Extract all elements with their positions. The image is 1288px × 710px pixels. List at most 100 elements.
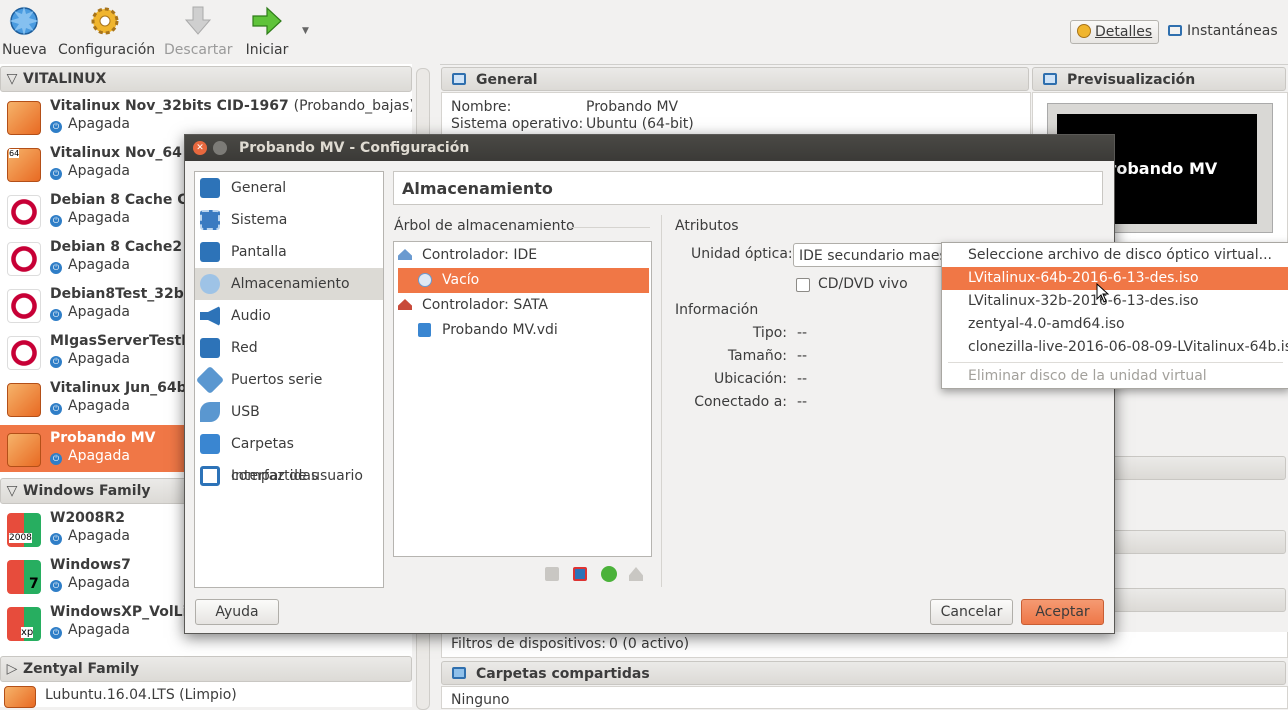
power-off-icon: ⏻ <box>50 215 62 227</box>
sidebar-item-label: Almacenamiento <box>231 276 350 292</box>
general-icon <box>200 178 220 198</box>
mouse-cursor-icon <box>1096 282 1110 307</box>
settings-button[interactable]: Configuración <box>58 4 156 58</box>
menu-item-choose-file[interactable]: Seleccione archivo de disco óptico virtu… <box>942 244 1288 267</box>
vm-name: Vitalinux Nov_32bits CID-1967 (Probando_… <box>50 98 415 114</box>
general-title: General <box>476 72 538 88</box>
sidebar-item-ui[interactable]: Interfaz de usuario <box>195 460 383 492</box>
section-header[interactable] <box>1112 588 1286 612</box>
group-header-zentyal[interactable]: ▷ Zentyal Family <box>0 656 412 682</box>
discard-button[interactable]: Descartar <box>164 4 233 58</box>
info-value: -- <box>797 348 808 364</box>
tree-row-empty-optical[interactable]: Vacío <box>398 268 649 293</box>
chevron-down-icon: ▽ <box>6 71 18 87</box>
controller-icon <box>398 249 412 260</box>
vm-state-text: Apagada <box>68 210 130 226</box>
menu-separator <box>948 362 1283 363</box>
vm-state-text: Apagada <box>68 448 130 464</box>
sidebar-item-storage[interactable]: Almacenamiento <box>195 268 383 300</box>
close-icon[interactable]: ✕ <box>193 141 207 155</box>
sidebar-item-audio[interactable]: Audio <box>195 300 383 332</box>
tree-row-ide-controller[interactable]: Controlador: IDE <box>394 243 651 268</box>
menu-item-iso[interactable]: clonezilla-live-2016-06-08-09-LVitalinux… <box>942 336 1288 359</box>
start-button[interactable]: Iniciar <box>244 4 290 58</box>
help-button[interactable]: Ayuda <box>195 599 279 625</box>
start-dropdown-icon[interactable]: ▼ <box>302 26 309 36</box>
general-section-header[interactable]: General <box>441 67 1029 91</box>
section-header[interactable] <box>1112 530 1286 554</box>
attributes-label: Atributos <box>675 218 739 234</box>
sidebar-item-label: Pantalla <box>231 244 287 260</box>
cancel-button[interactable]: Cancelar <box>930 599 1013 625</box>
remove-attachment-icon[interactable] <box>629 567 643 581</box>
info-key: Ubicación: <box>713 371 787 387</box>
menu-item-iso[interactable]: LVitalinux-32b-2016-6-13-des.iso <box>942 290 1288 313</box>
ok-button[interactable]: Aceptar <box>1021 599 1104 625</box>
preview-section-header[interactable]: Previsualización <box>1032 67 1286 91</box>
sidebar-item-serial[interactable]: Puertos serie <box>195 364 383 396</box>
lubuntu-vm-icon <box>4 686 36 708</box>
info-value: -- <box>797 394 808 410</box>
tree-row-label: Controlador: IDE <box>422 247 538 263</box>
live-cd-checkbox[interactable] <box>796 278 810 292</box>
add-controller-icon[interactable] <box>545 567 559 581</box>
details-button[interactable]: Detalles <box>1070 20 1160 44</box>
tree-row-sata-controller[interactable]: Controlador: SATA <box>394 293 651 318</box>
shared-title: Carpetas compartidas <box>476 666 650 682</box>
new-button[interactable]: Nueva <box>2 4 47 58</box>
sidebar-item-usb[interactable]: USB <box>195 396 383 428</box>
tree-row-vdi-disk[interactable]: Probando MV.vdi <box>394 318 651 343</box>
sidebar-item-label: USB <box>231 404 260 420</box>
sidebar-item-label: Audio <box>231 308 271 324</box>
divider <box>570 227 650 228</box>
minimize-icon[interactable] <box>213 141 227 155</box>
optical-disc-icon <box>418 273 432 287</box>
shared-folders-section-header[interactable]: Carpetas compartidas <box>441 661 1286 685</box>
vm-state-text: Apagada <box>68 304 130 320</box>
optical-drive-combo[interactable]: IDE secundario maestro <box>793 243 953 267</box>
vm-state: ⏻ Apagada <box>50 398 130 415</box>
vm-name: WindowsXP_VolLic <box>50 604 196 620</box>
main-toolbar: Nueva Configuración Descartar Iniciar ▼ … <box>0 0 1288 65</box>
vm-state: ⏻ Apagada <box>50 304 130 321</box>
snapshots-button[interactable]: Instantáneas <box>1168 20 1278 42</box>
vm-state-text: Apagada <box>68 528 130 544</box>
vm-item[interactable]: Lubuntu.16.04.LTS (Limpio) <box>0 682 410 708</box>
chevron-right-icon: ▷ <box>6 661 18 677</box>
dialog-titlebar[interactable]: ✕ Probando MV - Configuración <box>185 135 1114 161</box>
audio-icon <box>200 306 220 326</box>
vm-state-text: Apagada <box>68 116 130 132</box>
settings-label: Configuración <box>58 42 156 58</box>
usb-section-body: Filtros de dispositivos: 0 (0 activo) <box>441 632 1288 658</box>
sidebar-item-network[interactable]: Red <box>195 332 383 364</box>
filters-value: 0 (0 activo) <box>609 636 690 652</box>
vm-state: ⏻ Apagada <box>50 163 130 180</box>
debian-vm-icon <box>7 289 41 323</box>
vm-item[interactable]: Vitalinux Nov_32bits CID-1967 (Probando_… <box>0 93 415 140</box>
menu-item-iso[interactable]: zentyal-4.0-amd64.iso <box>942 313 1288 336</box>
sidebar-item-display[interactable]: Pantalla <box>195 236 383 268</box>
remove-controller-icon[interactable] <box>573 567 587 581</box>
debian64-vm-icon <box>7 336 41 370</box>
vm-state-text: Apagada <box>68 351 130 367</box>
info-key: Conectado a: <box>694 394 787 410</box>
vm-name: Probando MV <box>50 430 156 446</box>
vm-name: Debian 8 Cache CID <box>50 192 205 208</box>
details-icon <box>1077 24 1091 38</box>
power-off-icon: ⏻ <box>50 121 62 133</box>
group-header-vitalinux[interactable]: ▽ VITALINUX <box>0 66 412 92</box>
vm-state-text: Apagada <box>68 575 130 591</box>
vm-state: ⏻ Apagada <box>50 351 130 368</box>
sidebar-item-system[interactable]: Sistema <box>195 204 383 236</box>
add-attachment-icon[interactable] <box>601 566 617 582</box>
sidebar-item-general[interactable]: General <box>195 172 383 204</box>
vm-name: Lubuntu.16.04.LTS (Limpio) <box>45 687 237 703</box>
windows-2008-vm-icon: 2008 <box>7 513 41 547</box>
menu-item-iso[interactable]: LVitalinux-64b-2016-6-13-des.iso <box>942 267 1288 290</box>
vm-state: ⏻ Apagada <box>50 575 130 592</box>
power-off-icon: ⏻ <box>50 309 62 321</box>
section-header[interactable] <box>1112 456 1286 480</box>
start-arrow-icon <box>250 4 284 38</box>
sidebar-item-shared[interactable]: Carpetas compartidas <box>195 428 383 484</box>
menu-item-remove-disk[interactable]: Eliminar disco de la unidad virtual <box>942 365 1288 388</box>
